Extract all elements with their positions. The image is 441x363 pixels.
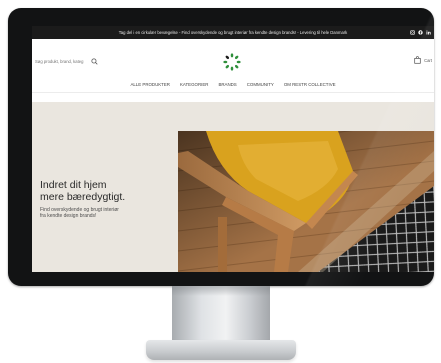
social-links bbox=[410, 26, 431, 39]
search-bar[interactable] bbox=[35, 56, 105, 66]
stand-shadow bbox=[172, 286, 270, 296]
nav-item-brands[interactable]: BRANDS bbox=[218, 82, 236, 87]
announcement-bar: Tag del i en cirkulær bevægelse - Find o… bbox=[32, 26, 434, 39]
facebook-icon[interactable] bbox=[418, 30, 423, 35]
shopping-bag-icon bbox=[414, 56, 421, 64]
hero-title-line2: mere bæredygtigt. bbox=[40, 191, 126, 203]
nav-item-all-products[interactable]: ALLE PRODUKTER bbox=[130, 82, 170, 87]
nav-item-community[interactable]: COMMUNITY bbox=[247, 82, 274, 87]
main-navigation: ALLE PRODUKTER KATEGORIER BRANDS COMMUNI… bbox=[32, 78, 434, 90]
browser-screen: Tag del i en cirkulær bevægelse - Find o… bbox=[32, 26, 434, 272]
search-icon[interactable] bbox=[91, 57, 98, 65]
cart-label: Cart bbox=[424, 57, 432, 63]
instagram-icon[interactable] bbox=[410, 30, 415, 35]
monitor-bezel: Tag del i en cirkulær bevægelse - Find o… bbox=[8, 8, 434, 286]
nav-item-categories[interactable]: KATEGORIER bbox=[180, 82, 208, 87]
chair-on-rug-photo bbox=[178, 131, 434, 272]
nav-divider bbox=[32, 92, 434, 93]
circular-leaf-logo[interactable] bbox=[223, 53, 241, 71]
announcement-text: Tag del i en cirkulær bevægelse - Find o… bbox=[118, 30, 348, 35]
cart-button[interactable]: Cart bbox=[414, 56, 432, 64]
hero-image bbox=[178, 131, 434, 272]
hero-title: Indret dit hjem mere bæredygtigt. bbox=[40, 179, 190, 203]
linkedin-icon[interactable] bbox=[426, 30, 431, 35]
hero-title-line1: Indret dit hjem bbox=[40, 179, 107, 191]
nav-item-about[interactable]: OM RESTR COLLECTIVE bbox=[284, 82, 336, 87]
monitor-stand-base bbox=[146, 340, 296, 360]
hero-subtitle-line2: fra kendte design brands! bbox=[40, 213, 97, 219]
hero-subtitle: Find overskydende og brugt interiør fra … bbox=[40, 207, 150, 219]
search-input[interactable] bbox=[35, 58, 87, 64]
